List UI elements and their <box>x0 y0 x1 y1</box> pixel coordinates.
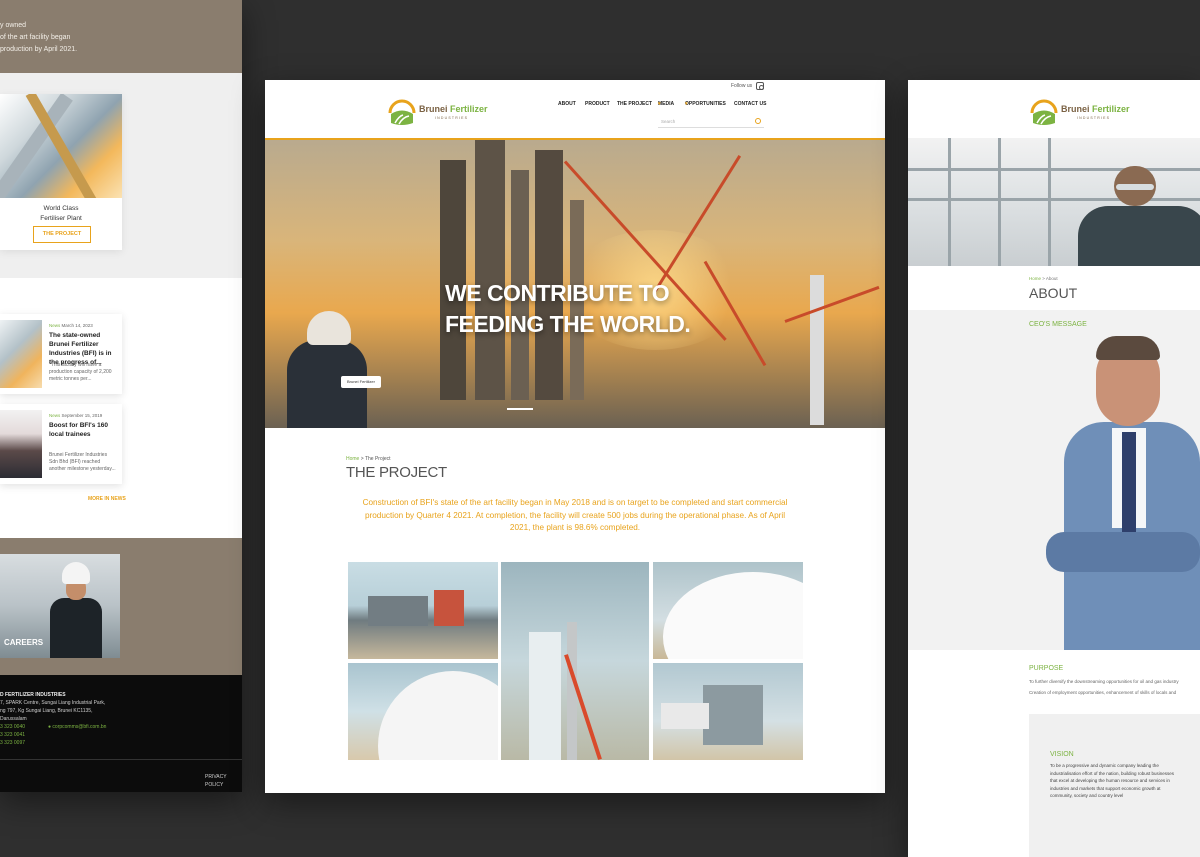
left-page-preview: y owned of the art facility began produc… <box>0 0 242 792</box>
site-logo[interactable]: Brunei Fertilizer INDUSTRIES <box>1029 97 1139 131</box>
card-caption: World Class Fertiliser Plant <box>40 205 82 222</box>
purpose-heading: PURPOSE <box>1029 665 1064 672</box>
instagram-icon[interactable] <box>756 82 764 90</box>
page-title: THE PROJECT <box>346 464 447 481</box>
center-page-preview: Follow us Brunei Fertilizer INDUSTRIES A… <box>265 80 885 793</box>
breadcrumb: Home > About <box>1029 276 1058 281</box>
breadcrumb-home[interactable]: Home <box>346 456 359 462</box>
purpose-text: Creation of employment opportunities, en… <box>1029 690 1177 695</box>
intro-band: y owned of the art facility began produc… <box>0 0 242 73</box>
news-thumbnail <box>0 320 42 388</box>
nav-the-project[interactable]: THE PROJECT <box>617 101 652 107</box>
logo-mark-icon <box>1030 99 1058 125</box>
right-page-preview: Brunei Fertilizer INDUSTRIES Home > Abou… <box>908 80 1200 857</box>
footer-phone[interactable]: 3 323 0097 <box>0 739 25 747</box>
search-input[interactable]: Search <box>658 116 764 128</box>
chevron-down-icon: ▾ <box>658 101 661 107</box>
news-thumbnail <box>0 410 42 478</box>
follow-us-label: Follow us <box>731 83 753 89</box>
nav-product[interactable]: PRODUCT <box>585 101 610 107</box>
about-hero-image <box>908 138 1200 266</box>
news-item[interactable]: News September 15, 2019 Boost for BFI's … <box>0 404 122 484</box>
logo-mark-icon <box>388 99 416 125</box>
news-excerpt: "This factory will have a production cap… <box>49 362 112 382</box>
site-header: Follow us Brunei Fertilizer INDUSTRIES A… <box>265 80 885 140</box>
ceo-portrait <box>1046 332 1200 650</box>
gallery-photo[interactable] <box>653 562 803 659</box>
worker-badge: Brunei Fertilizer <box>341 376 381 388</box>
footer-address: ng 797, Kg Sungai Liang, Brunei KC1135, <box>0 708 93 714</box>
purpose-text: To further diversify the downstreaming o… <box>1029 679 1179 684</box>
the-project-button[interactable]: THE PROJECT <box>33 226 91 243</box>
footer-divider <box>0 759 242 760</box>
nav-contact-us[interactable]: CONTACT US <box>734 101 766 107</box>
news-meta: News September 15, 2019 <box>49 413 103 418</box>
intro-text: y owned of the art facility began produc… <box>0 22 78 53</box>
gallery-photo[interactable] <box>653 663 803 760</box>
vision-text: To be a progressive and dynamic company … <box>1050 763 1174 798</box>
news-excerpt: Brunei Fertilizer Industries Sdn Bhd (BF… <box>49 452 116 472</box>
breadcrumb: Home > The Project <box>346 456 391 462</box>
slider-indicator[interactable] <box>507 408 533 410</box>
vision-heading: VISION <box>1050 751 1074 758</box>
hero-headline: WE CONTRIBUTE TO FEEDING THE WORLD. <box>445 280 691 337</box>
project-intro: Construction of BFI's state of the art f… <box>362 498 788 532</box>
footer-address: 7, SPARK Centre, Sungai Liang Industrial… <box>0 700 106 706</box>
news-item[interactable]: News March 14, 2023 The state-owned Brun… <box>0 314 122 394</box>
chevron-down-icon: ▾ <box>685 101 688 107</box>
privacy-policy-link[interactable]: PRIVACY POLICY <box>205 773 242 789</box>
more-news-link[interactable]: MORE IN NEWS <box>88 496 126 502</box>
nav-about[interactable]: ABOUT <box>558 101 576 107</box>
engineer-figure <box>1078 166 1200 266</box>
footer: D FERTILIZER INDUSTRIES 7, SPARK Centre,… <box>0 675 242 792</box>
news-meta: News March 14, 2023 <box>49 323 93 328</box>
gallery-photo[interactable] <box>348 663 498 760</box>
page-title: ABOUT <box>1029 285 1078 301</box>
careers-label: CAREERS <box>4 638 44 647</box>
plant-photo <box>0 94 122 198</box>
breadcrumb-home[interactable]: Home <box>1029 276 1041 281</box>
footer-address: Darussalam <box>0 716 27 722</box>
gallery-photo[interactable] <box>501 562 649 760</box>
footer-phone[interactable]: 3 323 0040 <box>0 723 25 731</box>
news-title[interactable]: Boost for BFI's 160 local trainees <box>49 421 119 439</box>
logo-text: Brunei Fertilizer <box>419 104 488 114</box>
site-logo[interactable]: Brunei Fertilizer INDUSTRIES <box>387 97 497 131</box>
footer-email[interactable]: ● corpcomms@bfi.com.bn <box>48 723 106 731</box>
logo-text: Brunei Fertilizer <box>1061 104 1130 114</box>
footer-company: D FERTILIZER INDUSTRIES <box>0 692 66 698</box>
hero-banner: Brunei Fertilizer WE CONTRIBUTE TO FEEDI… <box>265 140 885 428</box>
footer-phone[interactable]: 3 323 0041 <box>0 731 25 739</box>
careers-card[interactable]: CAREERS <box>0 554 120 658</box>
search-icon[interactable] <box>755 118 761 124</box>
gallery-photo[interactable] <box>348 562 498 659</box>
logo-subtext: INDUSTRIES <box>1077 116 1111 120</box>
ceo-message-heading: CEO'S MESSAGE <box>1029 321 1087 328</box>
logo-subtext: INDUSTRIES <box>435 116 469 120</box>
hard-hat <box>307 311 351 345</box>
